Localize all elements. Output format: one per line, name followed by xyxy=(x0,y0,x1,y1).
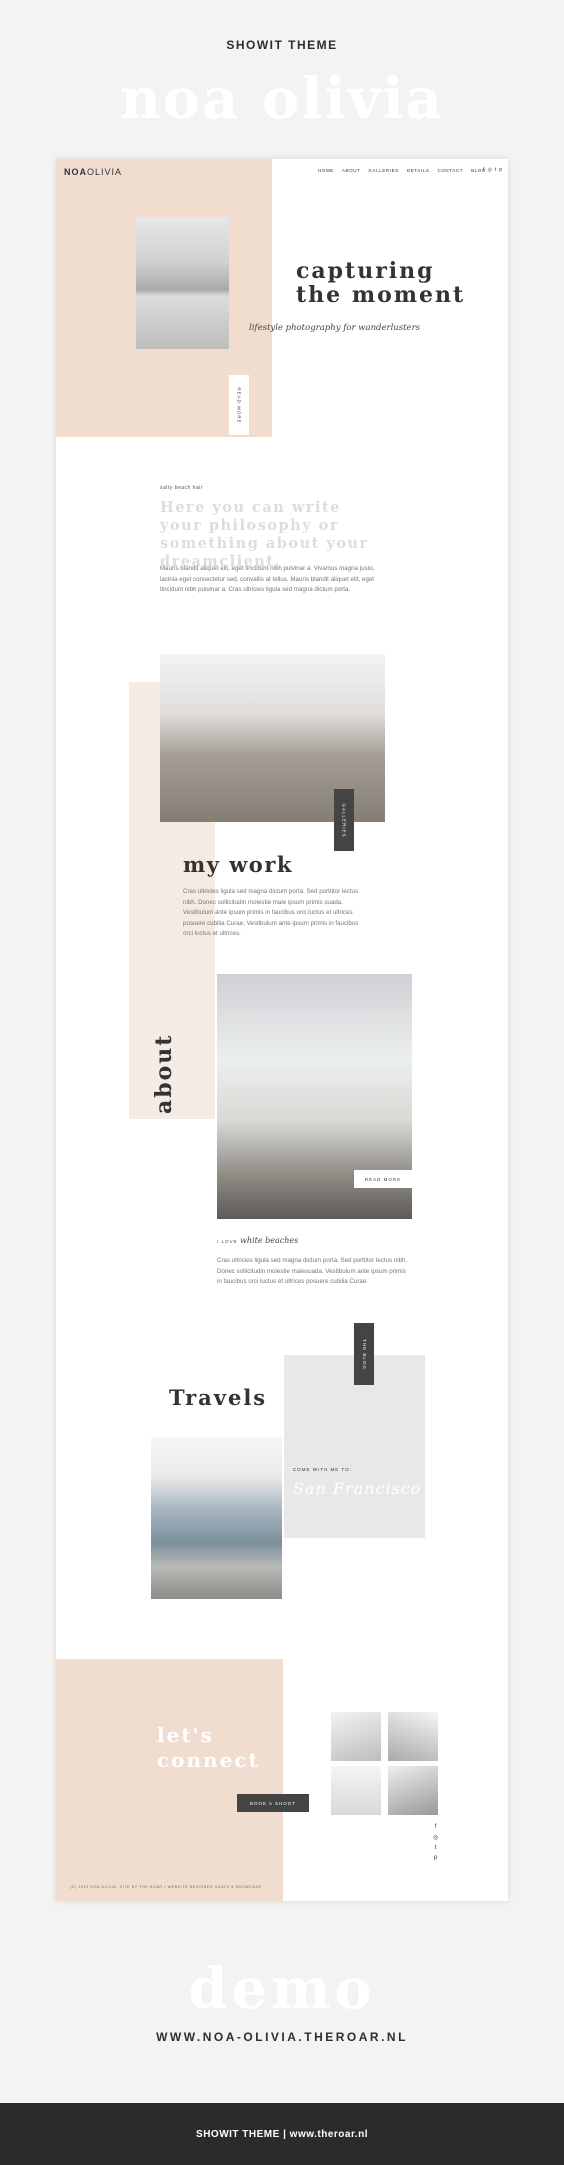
demo-url[interactable]: WWW.NOA-OLIVIA.THEROAR.NL xyxy=(0,2030,564,2044)
connect-line2: connect xyxy=(157,1748,260,1772)
connect-line1: let's xyxy=(157,1723,214,1747)
blog-button[interactable]: THE BLOG xyxy=(354,1323,374,1385)
travel-city: San Francisco xyxy=(293,1479,422,1498)
facebook-icon[interactable]: f xyxy=(483,167,484,173)
hero-read-more-label: READ MORE xyxy=(236,386,242,424)
footer-social: f ◎ t p xyxy=(433,1824,438,1861)
facebook-icon[interactable]: f xyxy=(435,1824,437,1830)
instagram-thumb[interactable] xyxy=(331,1766,381,1815)
nav-galleries[interactable]: GALLERIES xyxy=(368,168,398,173)
main-nav: HOME ABOUT GALLERIES DETAILS CONTACT BLO… xyxy=(318,168,486,173)
page-top-label: SHOWIT THEME xyxy=(226,38,338,52)
logo-light: OLIVIA xyxy=(87,167,123,177)
hero-read-more-button[interactable]: READ MORE xyxy=(229,375,249,435)
travel-photo xyxy=(151,1437,282,1599)
instagram-thumb[interactable] xyxy=(331,1712,381,1761)
header-social: f ◎ t p xyxy=(483,167,502,173)
hero-title-line1: capturing xyxy=(296,258,435,284)
about-paragraph: Cras ultricies ligula sed magna dictum p… xyxy=(217,1257,408,1285)
work-paragraph: Cras ultricies ligula sed magna dictum p… xyxy=(183,888,359,937)
hero-title: capturing the moment xyxy=(296,259,465,307)
nav-contact[interactable]: CONTACT xyxy=(437,168,463,173)
connect-blush-block xyxy=(56,1659,283,1901)
nav-details[interactable]: DETAILS xyxy=(407,168,430,173)
philosophy-paragraph: Mauris blandit aliquet elit, eget tincid… xyxy=(160,565,375,593)
love-line: I LOVE white beaches xyxy=(217,1236,298,1245)
hero-title-line2: the moment xyxy=(296,282,466,308)
logo-bold: NOA xyxy=(64,167,87,177)
instagram-thumb[interactable] xyxy=(388,1766,438,1815)
website-mockup: NOAOLIVIA HOME ABOUT GALLERIES DETAILS C… xyxy=(56,159,508,1901)
bottom-bar: SHOWIT THEME | www.theroar.nl xyxy=(0,2103,564,2165)
instagram-thumb[interactable] xyxy=(388,1712,438,1761)
blog-button-label: THE BLOG xyxy=(361,1338,367,1370)
about-read-more-button[interactable]: READ MORE xyxy=(354,1170,412,1188)
love-script: white beaches xyxy=(240,1236,299,1245)
nav-home[interactable]: HOME xyxy=(318,168,334,173)
galleries-button[interactable]: GALLERIES xyxy=(334,789,354,851)
philosophy-text: Here you can write your philosophy or so… xyxy=(160,499,369,570)
love-prefix: I LOVE xyxy=(217,1239,238,1244)
book-shoot-button[interactable]: BOOK A SHOOT xyxy=(237,1794,309,1812)
pinterest-icon[interactable]: p xyxy=(434,1855,437,1861)
galleries-button-label: GALLERIES xyxy=(341,802,347,838)
work-title: my work xyxy=(183,852,293,877)
ghost-demo: demo xyxy=(188,1956,376,2022)
twitter-icon[interactable]: t xyxy=(435,1845,437,1851)
hero-photo xyxy=(136,217,229,349)
nav-about[interactable]: ABOUT xyxy=(342,168,361,173)
ghost-title: noa olivia xyxy=(120,66,444,132)
philosophy-label: salty beach hair xyxy=(160,485,204,491)
connect-title: let's connect xyxy=(157,1723,260,1773)
hero-subtitle: lifestyle photography for wanderlusters xyxy=(249,323,421,333)
twitter-icon[interactable]: t xyxy=(495,167,496,173)
instagram-icon[interactable]: ◎ xyxy=(433,1834,438,1841)
footer-copyright: (C) 2019 NOA OLIVIA. SITE BY THE ROAR • … xyxy=(70,1885,262,1889)
instagram-icon[interactable]: ◎ xyxy=(487,167,491,173)
come-with-label: COME WITH ME TO: xyxy=(293,1467,352,1472)
site-logo[interactable]: NOAOLIVIA xyxy=(64,167,122,177)
travels-title: Travels xyxy=(169,1385,268,1410)
pinterest-icon[interactable]: p xyxy=(499,167,502,173)
about-vertical-title: about xyxy=(151,1033,177,1114)
